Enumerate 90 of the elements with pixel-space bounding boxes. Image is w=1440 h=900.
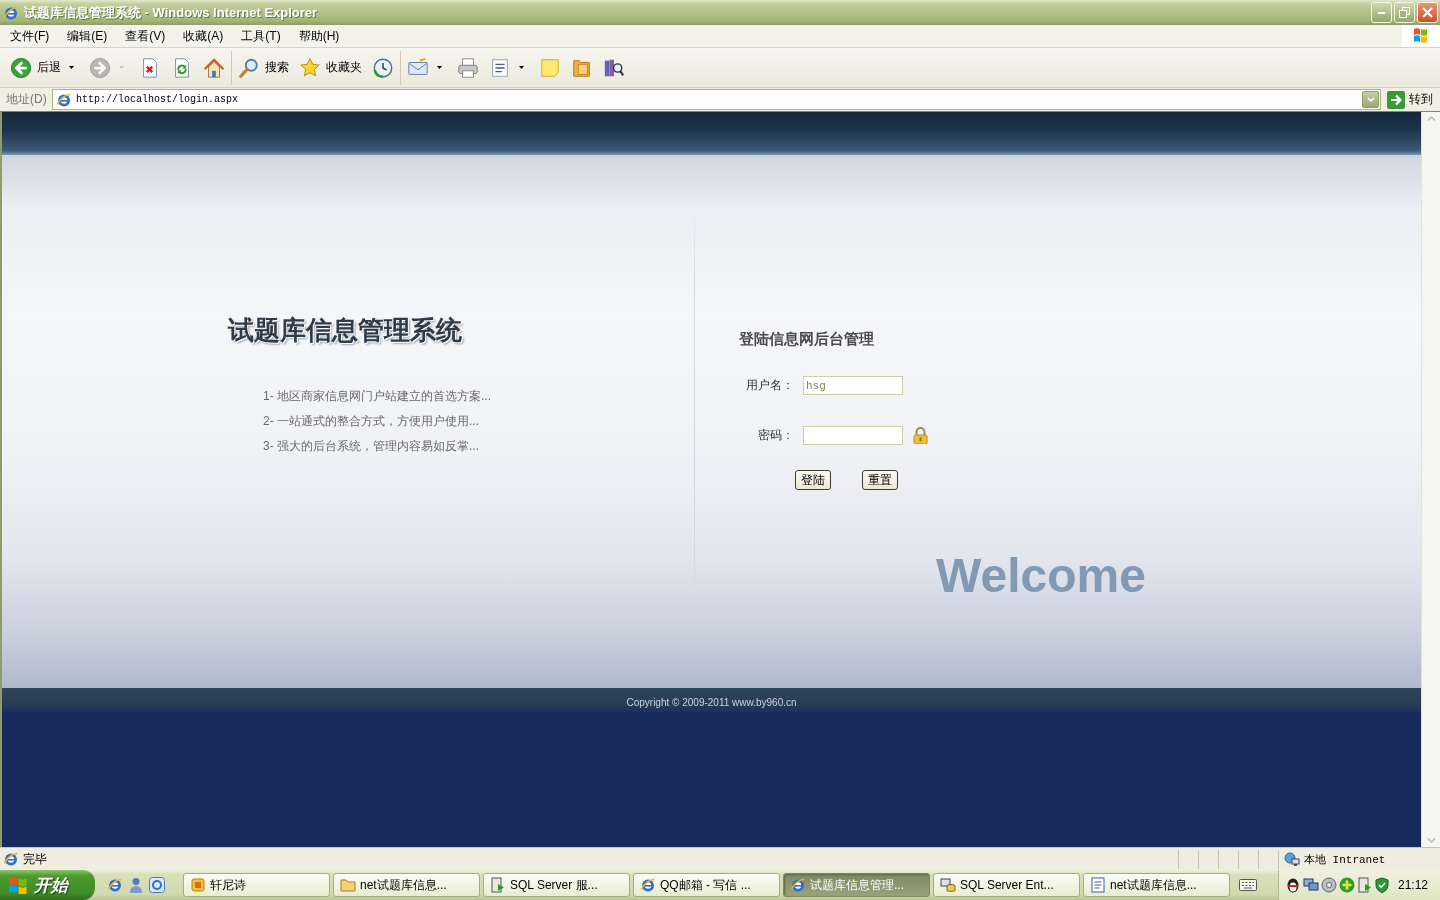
tray-button[interactable]: [1285, 877, 1301, 893]
dropdown-button[interactable]: [1362, 91, 1379, 108]
back-button[interactable]: 后退: [7, 50, 82, 85]
restore-icon: [1399, 7, 1410, 18]
menu-item[interactable]: 查看(V): [116, 25, 175, 47]
monitor-icon: [1303, 877, 1319, 893]
printer-icon: [457, 56, 479, 79]
status-text: 完毕: [23, 850, 47, 868]
tray-button[interactable]: [1375, 877, 1389, 893]
tray-button[interactable]: [1303, 877, 1319, 893]
zone-text: 本地 Intranet: [1304, 852, 1386, 867]
minimize-icon: [1378, 11, 1385, 14]
caret-icon: [437, 66, 442, 69]
close-icon: [1422, 7, 1433, 18]
feature-text: 2- 一站通式的整合方式，方便用户使用...: [263, 413, 480, 430]
search-button[interactable]: 搜索: [235, 50, 292, 85]
taskbar-button[interactable]: net试题库信息...: [1083, 873, 1230, 897]
menu-item[interactable]: 帮助(H): [289, 25, 349, 47]
flag-icon: [8, 876, 28, 894]
scrollbar[interactable]: [1421, 112, 1440, 847]
field-label: 用户名：: [745, 377, 794, 394]
star-icon: [299, 56, 321, 79]
taskbar-button[interactable]: SQL Server Ent...: [933, 873, 1080, 897]
keyboard-icon: [1239, 879, 1257, 891]
right-arrow-icon: [1387, 90, 1405, 109]
go-button[interactable]: 转到: [1385, 90, 1435, 109]
minimize-button[interactable]: [1371, 2, 1392, 23]
menu-item[interactable]: 收藏(A): [174, 25, 233, 47]
field-label: 密码：: [757, 427, 794, 444]
clock-text: 21:12: [1397, 878, 1428, 892]
chevron-down-icon: [1366, 97, 1375, 102]
database-icon: [940, 877, 956, 893]
caret-icon: [69, 66, 74, 69]
plus-icon: [1339, 877, 1355, 893]
copyright-text: Copyright © 2009-2011 www.by960.cn: [626, 697, 797, 710]
menu-item[interactable]: 编辑(E): [58, 25, 117, 47]
folder-icon: [340, 877, 356, 893]
welcome-text: Welcome: [936, 552, 1147, 600]
menu-item[interactable]: 文件(F): [1, 25, 59, 47]
reset-button[interactable]: 重置: [862, 470, 898, 490]
browser-icon: [3, 4, 19, 21]
document-icon: [489, 56, 511, 79]
start-button[interactable]: 开始: [0, 870, 95, 900]
menu-item[interactable]: 工具(T): [232, 25, 290, 47]
login-title: 登陆信息网后台管理: [739, 329, 875, 349]
caret-icon: [119, 66, 124, 69]
password-field[interactable]: [803, 426, 903, 445]
taskbar-button[interactable]: net试题库信息...: [333, 873, 480, 897]
quick-launch-button[interactable]: [107, 877, 123, 893]
flag-icon: [1402, 25, 1440, 47]
browser-icon: [790, 877, 806, 893]
window-title: 试题库信息管理系统 - Windows Internet Explorer: [24, 3, 319, 22]
quick-launch-button[interactable]: [128, 877, 144, 893]
shield-icon: [1375, 877, 1389, 893]
address-label: 地址(D): [6, 91, 48, 108]
search-icon: [238, 56, 260, 79]
quick-launch-button[interactable]: [149, 877, 165, 893]
penguin-icon: [1285, 877, 1301, 893]
browser-icon: [107, 877, 123, 893]
caret-icon: [519, 66, 524, 69]
favorites-button[interactable]: 收藏夹: [296, 50, 365, 85]
note-icon: [539, 56, 561, 79]
browser-icon: [3, 851, 19, 867]
network-icon: [1284, 851, 1300, 867]
taskbar-button[interactable]: SQL Server 服...: [483, 873, 630, 897]
user-icon: [128, 877, 144, 893]
ring-icon: [149, 877, 165, 893]
site-title: 试题库信息管理系统: [228, 316, 463, 346]
document-icon: [1090, 877, 1106, 893]
feature-text: 1- 地区商家信息网门户站建立的首选方案...: [263, 388, 492, 405]
feature-text: 3- 强大的后台系统，管理内容易如反掌...: [263, 438, 480, 455]
lock-icon: [913, 427, 928, 444]
username-field[interactable]: hsg: [803, 376, 903, 395]
taskbar-button[interactable]: QQ邮箱 - 写信 ...: [633, 873, 780, 897]
restore-button[interactable]: [1394, 2, 1415, 23]
app-icon: [190, 877, 206, 893]
address-field[interactable]: http://localhost/login.aspx: [52, 89, 1381, 110]
login-button[interactable]: 登陆: [795, 470, 831, 490]
keyboard-button[interactable]: [1239, 879, 1257, 891]
server-icon: [490, 877, 506, 893]
close-button[interactable]: [1417, 2, 1438, 23]
taskbar-button[interactable]: 轩尼诗: [183, 873, 330, 897]
scroll-down-icon[interactable]: [1426, 838, 1436, 843]
home-icon: [203, 56, 225, 79]
scroll-up-icon[interactable]: [1426, 116, 1436, 121]
disc-icon: [1321, 877, 1337, 893]
clock-icon: [372, 56, 394, 79]
browser-icon: [640, 877, 656, 893]
server-icon: [1357, 877, 1373, 893]
browser-icon: [56, 91, 72, 108]
